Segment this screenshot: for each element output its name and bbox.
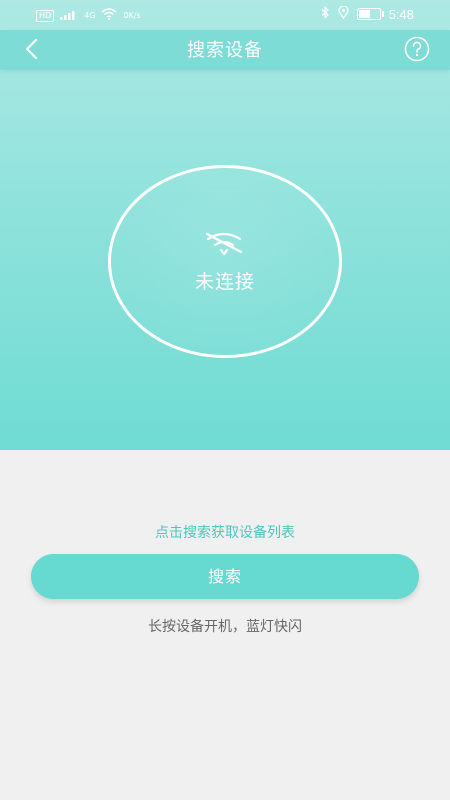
wifi-off-icon: [205, 232, 243, 256]
question-circle-icon: [404, 36, 430, 62]
status-bar: HD 4G 0K/s 5:48: [0, 0, 450, 30]
page-title: 搜索设备: [187, 40, 263, 61]
status-time: 5:48: [388, 6, 414, 22]
search-button[interactable]: 搜索: [31, 554, 419, 599]
status-ring-outline: [108, 165, 342, 358]
battery-level: [358, 10, 371, 18]
connection-status-ring: 未连接: [108, 165, 342, 358]
battery-icon: [356, 8, 384, 20]
status-bar-right: 5:48: [321, 5, 414, 22]
status-bar-left: HD 4G 0K/s: [36, 8, 141, 23]
signal-icon: [60, 8, 78, 23]
signal-label: 4G: [84, 11, 96, 20]
network-speed: 0K/s: [123, 11, 141, 20]
hero-panel: HD 4G 0K/s 5:48 搜索设备 未连接: [0, 0, 450, 450]
help-button[interactable]: [404, 36, 430, 62]
connection-status-label: 未连接: [194, 271, 255, 293]
bluetooth-icon: [321, 6, 330, 22]
network-badge: HD: [36, 9, 55, 22]
search-hint: 点击搜索获取设备列表: [155, 525, 295, 541]
wifi-icon: [101, 8, 117, 23]
title-bar: 搜索设备: [0, 30, 450, 70]
location-icon: [338, 5, 349, 22]
power-on-hint: 长按设备开机，蓝灯快闪: [148, 619, 302, 635]
